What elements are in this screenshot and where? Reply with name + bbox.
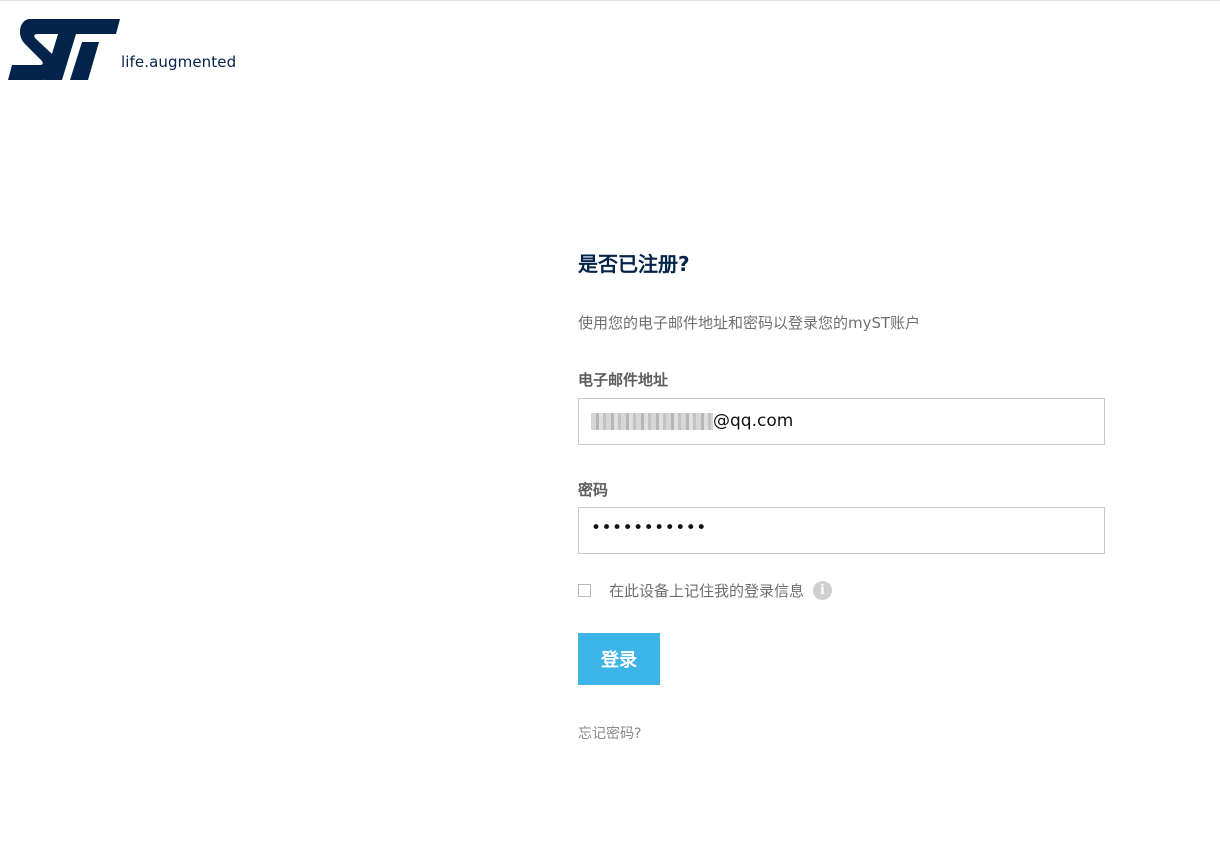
logo-tagline: life.augmented [121, 53, 237, 71]
st-logo[interactable]: life.augmented [8, 18, 248, 82]
email-label: 电子邮件地址 [578, 371, 669, 389]
login-button[interactable]: 登录 [578, 633, 660, 685]
st-logo-icon [8, 19, 120, 80]
info-icon[interactable]: i [813, 580, 833, 600]
email-field[interactable]: @qq.com [578, 398, 1105, 445]
forgot-password-link[interactable]: 忘记密码? [578, 723, 641, 743]
login-page: life.augmented 是否已注册? 使用您的电子邮件地址和密码以登录您的… [0, 0, 1220, 849]
remember-me-checkbox[interactable] [578, 583, 591, 597]
password-value: ••••••••••• [591, 518, 707, 538]
redacted-email-prefix [591, 413, 713, 430]
page-title: 是否已注册? [578, 252, 690, 276]
email-value: @qq.com [713, 411, 794, 431]
remember-me-label[interactable]: 在此设备上记住我的登录信息 [609, 580, 804, 601]
remember-me-row: 在此设备上记住我的登录信息 i [578, 579, 833, 601]
password-label: 密码 [578, 481, 609, 499]
password-field[interactable]: ••••••••••• [578, 507, 1105, 554]
login-subtitle: 使用您的电子邮件地址和密码以登录您的myST账户 [578, 314, 921, 332]
